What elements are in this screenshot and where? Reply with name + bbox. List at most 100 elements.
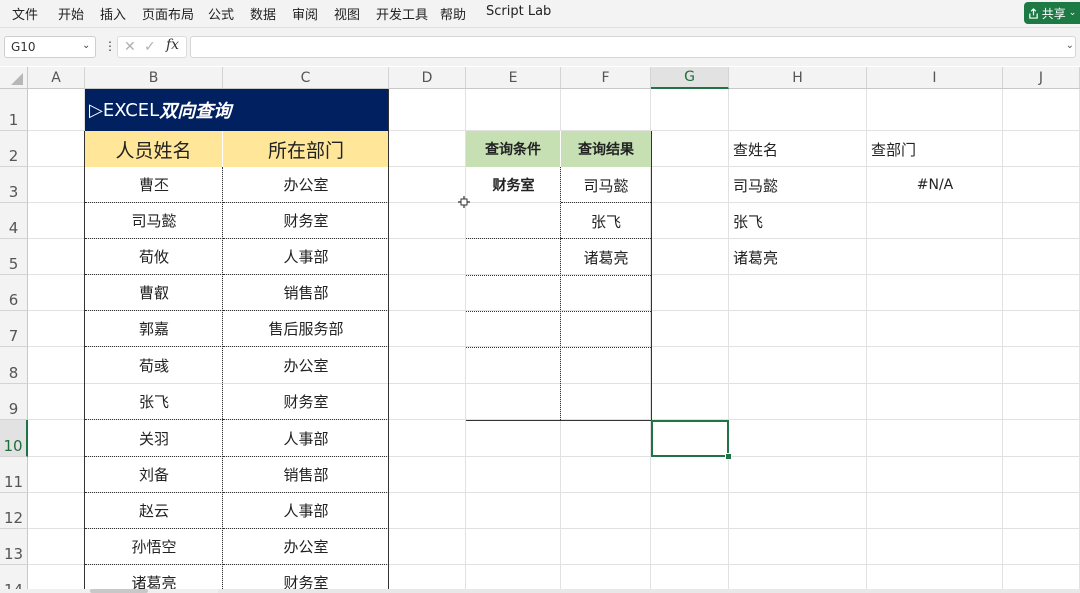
column-header-h[interactable]: H <box>729 67 867 89</box>
row-header-5[interactable]: 5 <box>0 239 28 275</box>
person-dept-cell[interactable]: 财务室 <box>223 384 389 420</box>
person-dept-cell[interactable]: 办公室 <box>223 167 389 203</box>
share-icon <box>1028 7 1038 19</box>
more-options-icon[interactable]: ⋮ <box>104 39 116 53</box>
query-row-line <box>466 238 561 239</box>
person-name-cell[interactable]: 曹丕 <box>85 167 223 203</box>
person-name-cell[interactable]: 刘备 <box>85 457 223 493</box>
selected-cell[interactable] <box>651 420 729 457</box>
lookup-name-cell[interactable]: 诸葛亮 <box>729 239 867 275</box>
menu-page-layout[interactable]: 页面布局 <box>142 4 194 23</box>
column-header-i[interactable]: I <box>867 67 1003 89</box>
query-result-cell[interactable]: 张飞 <box>561 203 651 239</box>
row-header-11[interactable]: 11 <box>0 457 28 493</box>
person-dept-cell[interactable]: 人事部 <box>223 239 389 275</box>
header-name: 人员姓名 <box>85 131 223 167</box>
expand-formula-icon[interactable]: ⌄ <box>1066 40 1074 51</box>
menu-view[interactable]: 视图 <box>334 4 360 23</box>
row-header-7[interactable]: 7 <box>0 311 28 347</box>
column-header-j[interactable]: J <box>1003 67 1080 89</box>
menu-home[interactable]: 开始 <box>58 4 84 23</box>
query-condition-value[interactable]: 财务室 <box>466 167 561 203</box>
query-result-cell[interactable]: 诸葛亮 <box>561 239 651 275</box>
person-dept-cell[interactable]: 销售部 <box>223 275 389 311</box>
row-header-2[interactable]: 2 <box>0 131 28 167</box>
table-right-border <box>388 89 389 589</box>
lookup-dept-header[interactable]: 查部门 <box>867 131 1003 167</box>
insert-function-icon[interactable]: fx <box>166 37 179 53</box>
person-dept-cell[interactable]: 人事部 <box>223 420 389 457</box>
menu-developer[interactable]: 开发工具 <box>376 4 428 23</box>
person-dept-cell[interactable]: 财务室 <box>223 203 389 239</box>
menu-data[interactable]: 数据 <box>250 4 276 23</box>
table-mid-border <box>222 167 224 589</box>
query-right-border <box>651 131 652 421</box>
column-header-c[interactable]: C <box>223 67 389 89</box>
formula-input[interactable] <box>190 36 1076 58</box>
column-header-e[interactable]: E <box>466 67 561 89</box>
row-header-14[interactable]: 14 <box>0 565 28 589</box>
query-result-cell[interactable]: 司马懿 <box>561 167 651 203</box>
column-header-b[interactable]: B <box>85 67 223 89</box>
person-name-cell[interactable]: 荀攸 <box>85 239 223 275</box>
title-banner: ▷EXCEL 双向查询 <box>85 89 389 131</box>
header-dept: 所在部门 <box>223 131 389 167</box>
row-header-1[interactable]: 1 <box>0 89 28 131</box>
table-left-border <box>84 131 85 589</box>
chevron-down-icon[interactable]: ⌄ <box>82 40 90 51</box>
query-row-line <box>561 202 651 203</box>
select-all-icon <box>11 73 23 85</box>
menu-help[interactable]: 帮助 <box>440 4 466 23</box>
query-row-line <box>466 311 651 312</box>
cancel-icon[interactable]: ✕ <box>124 39 136 55</box>
query-row-line <box>561 238 651 239</box>
column-header-g[interactable]: G <box>651 67 729 89</box>
spreadsheet-grid[interactable]: ABCDEFGHIJ 1234567891011121314 ▷EXCEL双向查… <box>0 67 1080 589</box>
person-name-cell[interactable]: 荀彧 <box>85 347 223 384</box>
person-dept-cell[interactable]: 售后服务部 <box>223 311 389 347</box>
menu-insert[interactable]: 插入 <box>100 4 126 23</box>
column-header-f[interactable]: F <box>561 67 651 89</box>
column-header-a[interactable]: A <box>28 67 85 89</box>
person-name-cell[interactable]: 曹叡 <box>85 275 223 311</box>
row-header-13[interactable]: 13 <box>0 529 28 565</box>
person-dept-cell[interactable]: 财务室 <box>223 565 389 589</box>
lookup-name-cell[interactable]: 张飞 <box>729 203 867 239</box>
lookup-dept-result[interactable]: #N/A <box>867 167 1003 203</box>
person-name-cell[interactable]: 赵云 <box>85 493 223 529</box>
move-cursor-icon <box>458 196 470 208</box>
person-name-cell[interactable]: 诸葛亮 <box>85 565 223 589</box>
share-button[interactable]: 共享 ⌄ <box>1024 2 1080 24</box>
person-name-cell[interactable]: 关羽 <box>85 420 223 457</box>
person-dept-cell[interactable]: 销售部 <box>223 457 389 493</box>
menu-formulas[interactable]: 公式 <box>208 4 234 23</box>
lookup-name-cell[interactable]: 司马懿 <box>729 167 867 203</box>
person-dept-cell[interactable]: 办公室 <box>223 529 389 565</box>
person-name-cell[interactable]: 司马懿 <box>85 203 223 239</box>
lookup-name-header[interactable]: 查姓名 <box>729 131 867 167</box>
row-header-6[interactable]: 6 <box>0 275 28 311</box>
row-header-8[interactable]: 8 <box>0 347 28 384</box>
row-header-12[interactable]: 12 <box>0 493 28 529</box>
person-dept-cell[interactable]: 人事部 <box>223 493 389 529</box>
scrollbar-track[interactable] <box>218 589 1080 593</box>
share-label: 共享 <box>1041 6 1066 21</box>
person-name-cell[interactable]: 张飞 <box>85 384 223 420</box>
query-result-header: 查询结果 <box>561 131 651 167</box>
row-header-9[interactable]: 9 <box>0 384 28 420</box>
column-header-d[interactable]: D <box>389 67 466 89</box>
menu-file[interactable]: 文件 <box>12 4 38 23</box>
chevron-down-icon: ⌄ <box>1068 8 1077 18</box>
menu-script-lab[interactable]: Script Lab <box>486 4 551 19</box>
person-name-cell[interactable]: 郭嘉 <box>85 311 223 347</box>
sheet-tab[interactable] <box>90 589 148 593</box>
person-dept-cell[interactable]: 办公室 <box>223 347 389 384</box>
title-prefix: ▷EXCEL <box>89 99 160 121</box>
person-name-cell[interactable]: 孙悟空 <box>85 529 223 565</box>
enter-icon[interactable]: ✓ <box>144 39 156 55</box>
fill-handle[interactable] <box>725 453 732 460</box>
row-header-4[interactable]: 4 <box>0 203 28 239</box>
row-header-3[interactable]: 3 <box>0 167 28 203</box>
row-header-10[interactable]: 10 <box>0 420 28 457</box>
menu-review[interactable]: 审阅 <box>292 4 318 23</box>
